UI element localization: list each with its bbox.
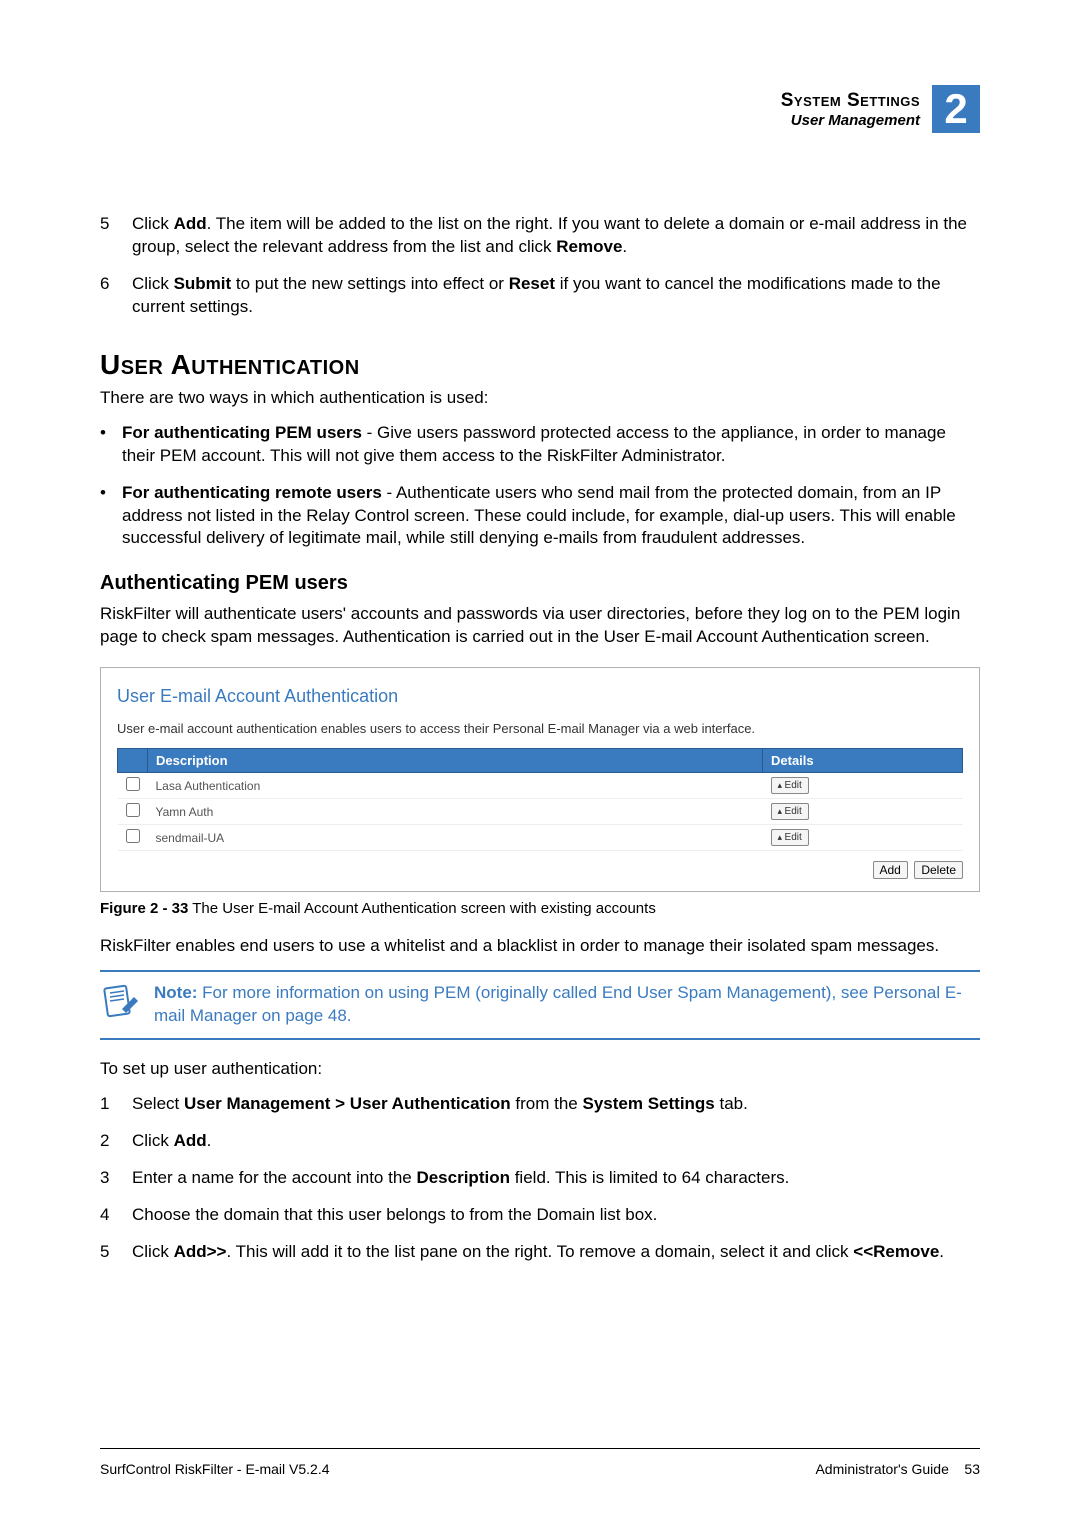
- section-intro: There are two ways in which authenticati…: [100, 387, 980, 410]
- list-item: •For authenticating remote users - Authe…: [100, 482, 980, 551]
- add-button[interactable]: Add: [873, 861, 908, 879]
- row-checkbox[interactable]: [126, 777, 140, 791]
- step-number: 4: [100, 1204, 118, 1227]
- step-text: Choose the domain that this user belongs…: [132, 1204, 657, 1227]
- list-item: 6 Click Submit to put the new settings in…: [100, 273, 980, 319]
- page-footer: SurfControl RiskFilter - E-mail V5.2.4 A…: [100, 1448, 980, 1477]
- row-description: Lasa Authentication: [148, 773, 763, 799]
- note-body: For more information on using PEM (origi…: [154, 983, 962, 1025]
- panel-actions: Add Delete: [117, 861, 963, 879]
- col-checkbox: [118, 749, 148, 773]
- row-details: Edit: [763, 799, 963, 825]
- step-text: Click Submit to put the new settings int…: [132, 273, 980, 319]
- row-checkbox[interactable]: [126, 829, 140, 843]
- figure-caption: Figure 2 - 33 The User E-mail Account Au…: [100, 900, 980, 917]
- header-title: System Settings: [781, 90, 920, 112]
- list-item: 1 Select User Management > User Authentic…: [100, 1093, 980, 1116]
- panel-description: User e-mail account authentication enabl…: [117, 721, 963, 736]
- bullet-text: For authenticating remote users - Authen…: [122, 482, 980, 551]
- row-checkbox[interactable]: [126, 803, 140, 817]
- subheading-authenticating-pem-users: Authenticating PEM users: [100, 572, 980, 595]
- delete-button[interactable]: Delete: [914, 861, 963, 879]
- footer-guide-label: Administrator's Guide: [815, 1461, 948, 1477]
- note-label: Note:: [154, 983, 197, 1002]
- table-row: Yamn Auth Edit: [118, 799, 963, 825]
- setup-intro: To set up user authentication:: [100, 1058, 980, 1081]
- step-text: Click Add. The item will be added to the…: [132, 213, 980, 259]
- after-figure-paragraph: RiskFilter enables end users to use a wh…: [100, 935, 980, 958]
- bullet-text: For authenticating PEM users - Give user…: [122, 422, 980, 468]
- step-number: 6: [100, 273, 118, 319]
- list-item: • For authenticating PEM users - Give use…: [100, 422, 980, 468]
- list-item: 2 Click Add.: [100, 1130, 980, 1153]
- step-number: 2: [100, 1130, 118, 1153]
- row-description: Yamn Auth: [148, 799, 763, 825]
- footer-page-number: 53: [964, 1461, 980, 1477]
- edit-button[interactable]: Edit: [771, 777, 809, 794]
- col-description: Description: [148, 749, 763, 773]
- footer-right: Administrator's Guide 53: [815, 1461, 980, 1477]
- figure-label: Figure 2 - 33: [100, 900, 188, 917]
- setup-steps-list: 1 Select User Management > User Authentic…: [100, 1093, 980, 1264]
- row-details: Edit: [763, 773, 963, 799]
- step-number: 1: [100, 1093, 118, 1116]
- step-text: Click Add>>. This will add it to the lis…: [132, 1241, 944, 1264]
- step-number: 5: [100, 1241, 118, 1264]
- table-row: Lasa Authentication Edit: [118, 773, 963, 799]
- list-item: 5 Click Add. The item will be added to th…: [100, 213, 980, 259]
- figure-panel-user-email-auth: User E-mail Account Authentication User …: [100, 667, 980, 892]
- step-number: 5: [100, 213, 118, 259]
- list-item: 4 Choose the domain that this user belong…: [100, 1204, 980, 1227]
- row-checkbox-cell: [118, 773, 148, 799]
- bullet-dot-icon: •: [100, 422, 110, 468]
- edit-button[interactable]: Edit: [771, 829, 809, 846]
- bullet-dot-icon: •: [100, 482, 110, 551]
- footer-product: SurfControl RiskFilter - E-mail V5.2.4: [100, 1461, 330, 1477]
- col-details: Details: [763, 749, 963, 773]
- chapter-number-box: 2: [932, 85, 980, 133]
- auth-bullets: • For authenticating PEM users - Give use…: [100, 422, 980, 551]
- step-text: Select User Management > User Authentica…: [132, 1093, 748, 1116]
- row-description: sendmail-UA: [148, 825, 763, 851]
- header-text: System Settings User Management: [781, 90, 920, 129]
- preceding-steps-list: 5 Click Add. The item will be added to th…: [100, 213, 980, 319]
- step-number: 3: [100, 1167, 118, 1190]
- page-header: System Settings User Management 2: [100, 85, 980, 133]
- table-row: sendmail-UA Edit: [118, 825, 963, 851]
- list-item: 3 Enter a name for the account into the D…: [100, 1167, 980, 1190]
- step-text: Enter a name for the account into the De…: [132, 1167, 789, 1190]
- list-item: 5 Click Add>>. This will add it to the li…: [100, 1241, 980, 1264]
- row-checkbox-cell: [118, 825, 148, 851]
- note-block: Note: For more information on using PEM …: [100, 970, 980, 1040]
- figure-caption-text: The User E-mail Account Authentication s…: [188, 900, 655, 917]
- note-text: Note: For more information on using PEM …: [154, 982, 980, 1028]
- section-heading-user-authentication: User Authentication: [100, 349, 980, 381]
- panel-title: User E-mail Account Authentication: [117, 686, 963, 707]
- row-checkbox-cell: [118, 799, 148, 825]
- pem-intro-paragraph: RiskFilter will authenticate users' acco…: [100, 603, 980, 649]
- step-text: Click Add.: [132, 1130, 211, 1153]
- auth-accounts-table: Description Details Lasa Authentication E…: [117, 748, 963, 851]
- note-icon: [100, 982, 140, 1024]
- row-details: Edit: [763, 825, 963, 851]
- edit-button[interactable]: Edit: [771, 803, 809, 820]
- header-subtitle: User Management: [781, 112, 920, 129]
